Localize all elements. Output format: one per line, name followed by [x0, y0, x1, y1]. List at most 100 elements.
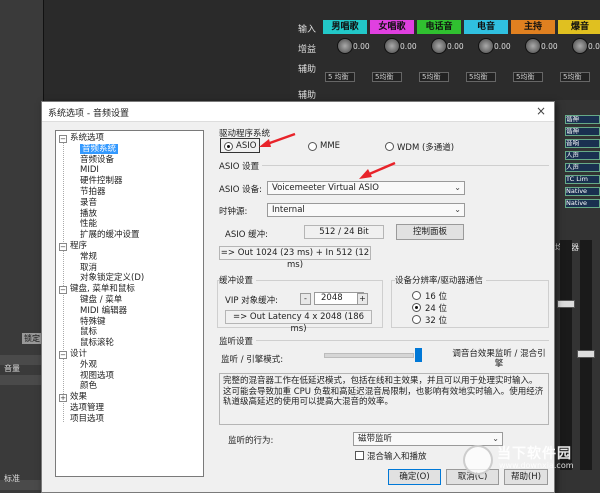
driver-asio-label: ASIO [236, 141, 257, 151]
plugin-slot[interactable]: 谐神 [565, 127, 600, 136]
tree-category[interactable]: 键盘, 菜单和鼠标 [70, 284, 135, 295]
driver-wdm-radio[interactable] [385, 142, 394, 151]
tree-category[interactable]: 效果 [70, 392, 87, 403]
tree-item[interactable]: 音频设备 [80, 155, 114, 166]
tree-item[interactable]: 颜色 [80, 381, 97, 392]
tree-item[interactable]: 扩展的缓冲设置 [80, 230, 140, 241]
monitor-engine-slider-track[interactable] [324, 353, 414, 358]
send-slot[interactable]: 5均衡 [466, 72, 496, 82]
buffer-section-title: 缓冲设置 [219, 274, 257, 286]
gain-value: 0.00 [353, 42, 370, 51]
gain-knob[interactable] [431, 38, 447, 54]
collapse-icon[interactable]: − [59, 285, 67, 294]
tree-item[interactable]: 键盘 / 菜单 [80, 295, 122, 306]
gain-knob[interactable] [572, 38, 588, 54]
tree-item[interactable]: 鼠标滚轮 [80, 338, 114, 349]
gain-knob[interactable] [384, 38, 400, 54]
resolution-32bit-radio[interactable] [412, 315, 421, 324]
tree-item-label: 硬件控制器 [80, 176, 123, 187]
tree-item-label: 音频系统 [80, 143, 119, 154]
tree-item[interactable]: 音频系统 [80, 143, 119, 155]
tree-item[interactable]: 录音 [80, 198, 97, 209]
tree-item[interactable]: 对象锁定定义(D) [80, 273, 144, 284]
plugin-slot[interactable]: Native [565, 187, 600, 196]
buffer-decrease-button[interactable]: - [300, 293, 311, 305]
tree-item[interactable]: 取消 [80, 263, 97, 274]
gain-value: 0.00 [447, 42, 464, 51]
collapse-icon[interactable]: − [59, 134, 67, 143]
tree-item[interactable]: 播放 [80, 209, 97, 220]
resolution-16bit-radio[interactable] [412, 291, 421, 300]
tree-item[interactable]: 视图选项 [80, 371, 114, 382]
tree-item[interactable]: 鼠标 [80, 327, 97, 338]
send-slot[interactable]: 5 均衡 [325, 72, 355, 82]
plugin-slot[interactable]: 人声 [565, 163, 600, 172]
channel-name[interactable]: 电音 [464, 20, 508, 34]
asio-device-select[interactable]: Voicemeeter Virtual ASIO ⌄ [267, 181, 465, 195]
channel-name[interactable]: 爆音 [558, 20, 600, 34]
fader-handle[interactable] [577, 350, 595, 358]
plugin-slot[interactable]: 谐神 [565, 115, 600, 124]
tree-category[interactable]: 选项管理 [70, 403, 104, 414]
send-slot[interactable]: 5均衡 [372, 72, 402, 82]
mix-input-playback-checkbox[interactable] [355, 451, 364, 460]
plugin-slot[interactable]: 人声 [565, 151, 600, 160]
fader-handle[interactable] [557, 300, 575, 308]
gain-knob[interactable] [478, 38, 494, 54]
track-label-volume: 音量 [4, 364, 20, 373]
tree-category[interactable]: 程序 [70, 241, 87, 252]
tree-item[interactable]: 常规 [80, 252, 97, 263]
watermark-url: www.downxia.com [499, 461, 574, 470]
title-bar: 系统选项 - 音频设置 × [42, 102, 554, 122]
buffer-latency-display: => Out Latency 4 x 2048 (186 ms) [225, 310, 372, 334]
tree-category[interactable]: 系统选项 [70, 133, 104, 144]
fader-track [560, 240, 572, 470]
tree-item[interactable]: 硬件控制器 [80, 176, 123, 187]
mixer-label-gain: 增益 [298, 45, 317, 55]
plugin-slot[interactable]: Native [565, 199, 600, 208]
tree-item[interactable]: 外观 [80, 360, 97, 371]
send-slot[interactable]: 5均衡 [560, 72, 590, 82]
tree-item[interactable]: 性能 [80, 219, 97, 230]
close-icon[interactable]: × [536, 104, 546, 118]
channel-name[interactable]: 电话音 [417, 20, 461, 34]
tree-item[interactable]: 特殊键 [80, 317, 106, 328]
resolution-24bit-radio[interactable] [412, 303, 421, 312]
watermark-logo-icon [463, 445, 493, 475]
gain-value: 0.00 [400, 42, 417, 51]
driver-mme-label: MME [320, 141, 341, 151]
resolution-32bit-label: 32 位 [425, 316, 448, 326]
tree-category[interactable]: 项目选项 [70, 414, 104, 425]
monitor-section-title: 监听设置 [219, 335, 257, 347]
clock-source-select[interactable]: Internal ⌄ [267, 203, 465, 217]
channel-name[interactable]: 女唱歌 [370, 20, 414, 34]
monitor-engine-slider-thumb[interactable] [415, 348, 422, 362]
chevron-down-icon: ⌄ [454, 205, 461, 214]
tree-item-label: 性能 [80, 219, 98, 230]
channel-name[interactable]: 主持 [511, 20, 555, 34]
control-panel-button[interactable]: 控制面板 [396, 224, 464, 240]
send-slot[interactable]: 5均衡 [419, 72, 449, 82]
tree-item-label: 设计 [70, 349, 88, 359]
collapse-icon[interactable]: − [59, 350, 67, 359]
driver-asio-radio[interactable] [224, 142, 233, 151]
gain-knob[interactable] [337, 38, 353, 54]
tree-item[interactable]: 节拍器 [80, 187, 106, 198]
tree-item-label: 效果 [70, 392, 88, 403]
driver-mme-radio[interactable] [308, 142, 317, 151]
gain-knob[interactable] [525, 38, 541, 54]
tree-item[interactable]: MIDI 编辑器 [80, 306, 127, 317]
resolution-section-title: 设备分辨率/驱动器通信 [395, 274, 486, 286]
send-slot[interactable]: 5均衡 [513, 72, 543, 82]
tree-category[interactable]: 设计 [70, 349, 87, 360]
ok-button[interactable]: 确定(O) [388, 469, 441, 485]
tree-item[interactable]: MIDI [80, 165, 99, 176]
plugin-slot[interactable]: TC Lim [565, 175, 600, 184]
track-label-lock[interactable]: 锁定 [22, 333, 42, 344]
plugin-slot[interactable]: 音响 [565, 139, 600, 148]
expand-icon[interactable]: + [59, 393, 67, 402]
buffer-increase-button[interactable]: + [357, 293, 368, 305]
gain-value: 0.00 [494, 42, 511, 51]
collapse-icon[interactable]: − [59, 242, 67, 251]
channel-name[interactable]: 男唱歌 [323, 20, 367, 34]
